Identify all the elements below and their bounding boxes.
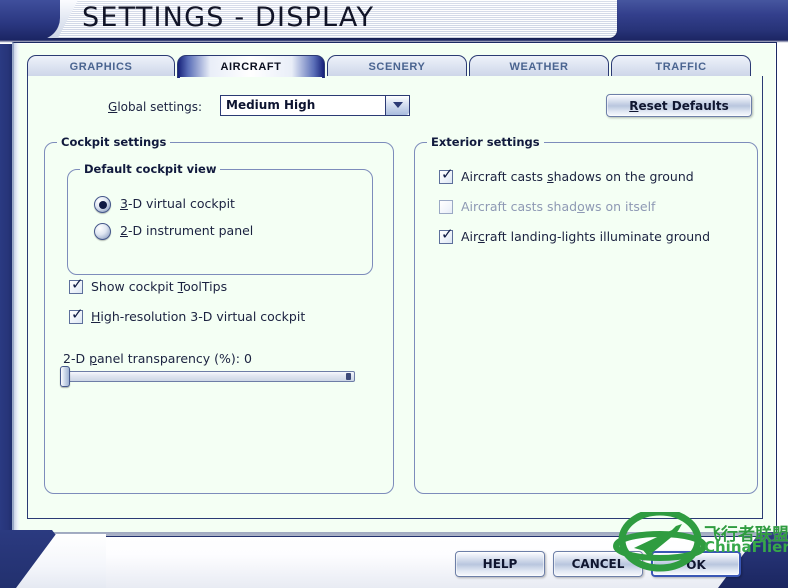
global-settings-label-rest: lobal settings: — [117, 100, 203, 114]
radio-3d-accel: 3 — [120, 196, 128, 211]
panel-transparency-label: 2-D panel transparency (%): 0 — [63, 351, 252, 366]
ecb2-accel: c — [477, 229, 485, 244]
checkbox-icon-checked[interactable]: ✓ — [439, 167, 454, 184]
reset-defaults-button[interactable]: Reset Defaults — [606, 94, 752, 117]
radio-2d-instrument-panel-label: 2-D instrument panel — [120, 223, 253, 238]
global-settings-value: Medium High — [226, 98, 316, 112]
title-bar: SETTINGS - DISPLAY — [0, 0, 788, 44]
settings-display-window: ts SETTINGS - DISPLAY GRAPHICS AIRCRAFT … — [0, 0, 788, 588]
cb1-accel: H — [91, 309, 101, 324]
exterior-settings-title: Exterior settings — [427, 135, 544, 149]
cockpit-settings-title: Cockpit settings — [57, 135, 171, 149]
checkbox-shadows-itself-label: Aircraft casts shadows on itself — [461, 199, 655, 214]
tab-traffic-label: TRAFFIC — [655, 61, 707, 73]
tab-traffic[interactable]: TRAFFIC — [611, 55, 751, 77]
tab-graphics-label: GRAPHICS — [69, 61, 133, 73]
title-bar-left-notch — [0, 0, 60, 40]
slider-end-marker — [346, 373, 351, 380]
panel-transparency-value: 0 — [244, 351, 252, 366]
tab-aircraft-label: AIRCRAFT — [220, 61, 282, 73]
slider-label-accel: p — [89, 351, 97, 366]
ecb1-accel: o — [577, 199, 585, 214]
title-bar-right-block — [600, 0, 788, 42]
ecb1-pre: Aircraft casts shad — [461, 199, 578, 214]
global-settings-dropdown[interactable]: Medium High — [220, 95, 410, 116]
checkbox-high-res-3d-label: High-resolution 3-D virtual cockpit — [91, 309, 305, 324]
checkbox-shadows-ground-label: Aircraft casts shadows on the ground — [461, 169, 694, 184]
checkbox-show-cockpit-tooltips-label: Show cockpit ToolTips — [91, 279, 227, 294]
ecb2-pre: Air — [461, 229, 478, 244]
page-title: SETTINGS - DISPLAY — [82, 2, 375, 33]
help-button-label: HELP — [482, 557, 518, 571]
default-cockpit-view-title: Default cockpit view — [80, 162, 221, 176]
tab-weather[interactable]: WEATHER — [469, 55, 609, 77]
radio-2d-accel: 2 — [120, 223, 128, 238]
help-button[interactable]: HELP — [455, 551, 545, 577]
cb1-post: igh-resolution 3-D virtual cockpit — [100, 309, 306, 324]
default-cockpit-view-group: Default cockpit view 3-D virtual cockpit… — [67, 162, 373, 275]
tab-scenery[interactable]: SCENERY — [327, 55, 467, 77]
ecb1-post: ws on itself — [584, 199, 656, 214]
tab-weather-label: WEATHER — [509, 61, 569, 73]
slider-label-pre: 2-D — [63, 351, 90, 366]
slider-label-post: anel transparency (%): — [97, 351, 244, 366]
radio-icon-selected[interactable] — [94, 196, 111, 213]
radio-3d-text: -D virtual cockpit — [127, 196, 235, 211]
checkbox-landing-lights-label: Aircraft landing-lights illuminate groun… — [461, 229, 710, 244]
tab-aircraft[interactable]: AIRCRAFT — [177, 55, 325, 79]
ok-button[interactable]: OK — [651, 551, 741, 577]
tab-scenery-label: SCENERY — [368, 61, 426, 73]
cb0-pre: Show cockpit — [91, 279, 178, 294]
ecb0-pre: Aircraft casts — [461, 169, 548, 184]
ok-button-label: OK — [686, 558, 706, 572]
reset-defaults-label: eset Defaults — [638, 99, 729, 113]
cockpit-settings-group: Cockpit settings Default cockpit view 3-… — [44, 135, 394, 494]
ecb0-post: hadows on the ground — [553, 169, 694, 184]
chevron-down-icon[interactable] — [385, 96, 409, 115]
slider-thumb[interactable] — [60, 366, 70, 387]
global-settings-accel: G — [108, 100, 118, 114]
tab-graphics[interactable]: GRAPHICS — [27, 55, 175, 77]
radio-2d-text: -D instrument panel — [127, 223, 254, 238]
exterior-settings-group: Exterior settings ✓ Aircraft casts shado… — [414, 135, 758, 494]
cb0-post: oolTips — [183, 279, 228, 294]
radio-3d-virtual-cockpit-label: 3-D virtual cockpit — [120, 196, 235, 211]
checkbox-icon-unchecked[interactable] — [439, 200, 453, 214]
dialog-inner-bevel — [14, 43, 20, 533]
checkbox-icon-checked[interactable]: ✓ — [69, 307, 84, 324]
cancel-button[interactable]: CANCEL — [553, 551, 643, 577]
radio-icon-unselected[interactable] — [94, 223, 111, 240]
global-settings-label: Global settings: — [108, 100, 202, 114]
cancel-button-label: CANCEL — [571, 557, 625, 571]
checkbox-icon-checked[interactable]: ✓ — [439, 227, 454, 244]
panel-transparency-slider[interactable] — [63, 371, 355, 382]
tab-strip: GRAPHICS AIRCRAFT SCENERY WEATHER TRAFFI… — [27, 55, 763, 79]
ecb2-post: raft landing-lights illuminate ground — [484, 229, 711, 244]
checkbox-icon-checked[interactable]: ✓ — [69, 277, 84, 294]
